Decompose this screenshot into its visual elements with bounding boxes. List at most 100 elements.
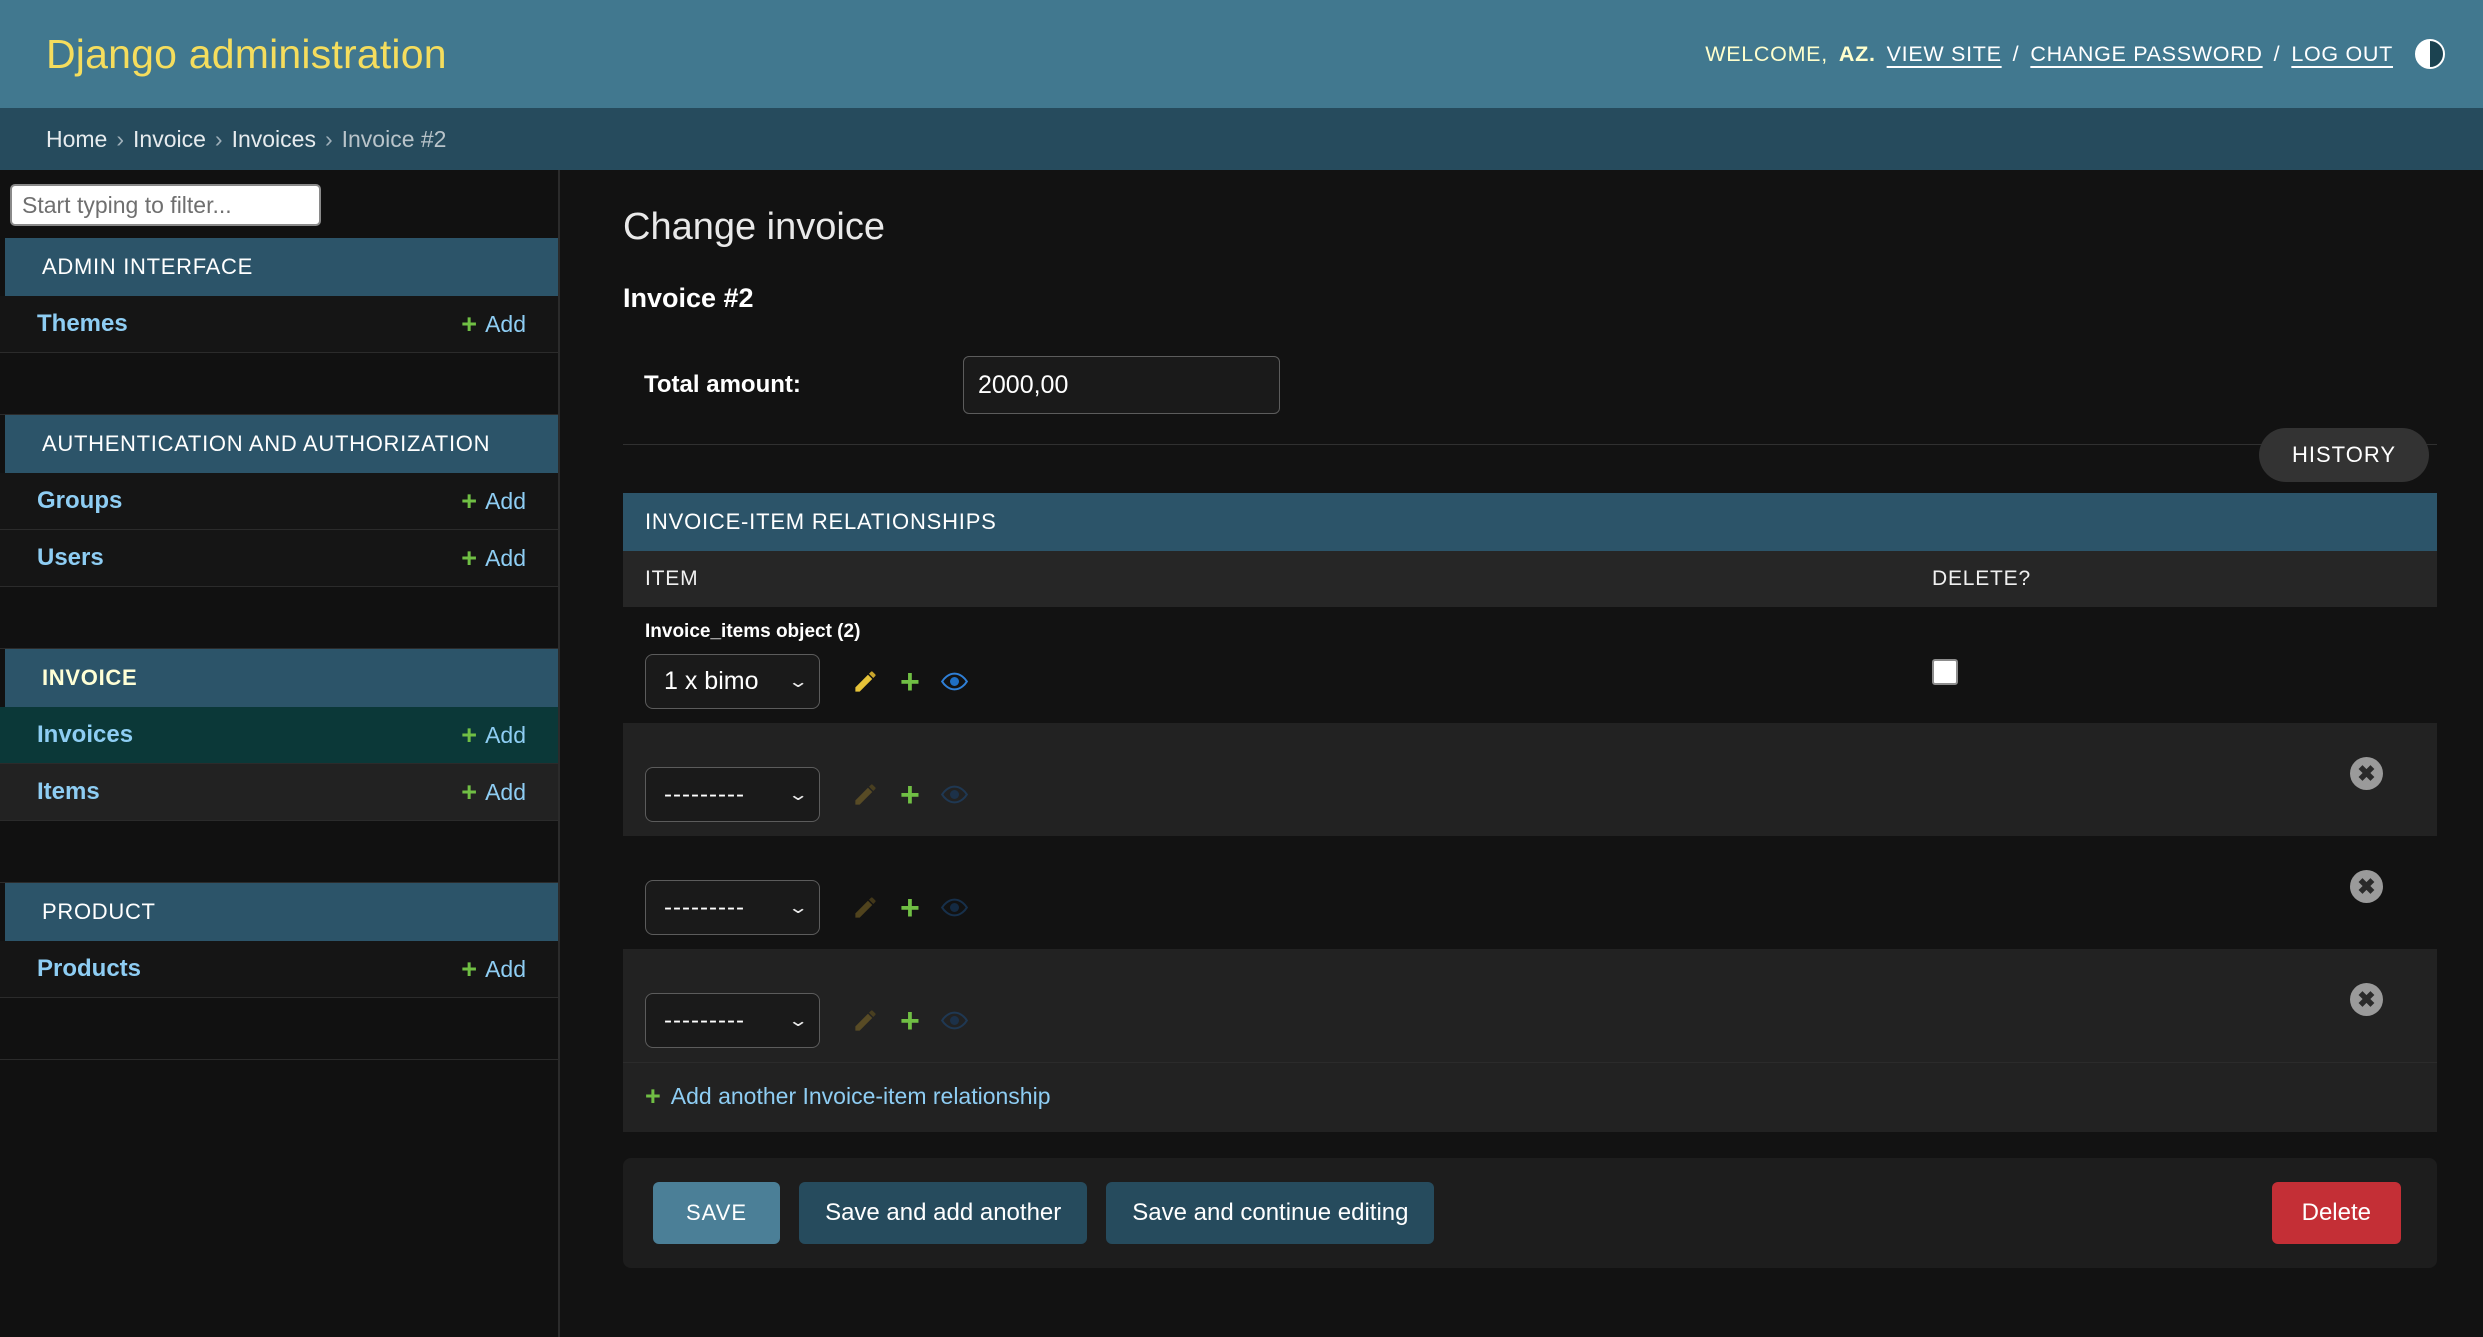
view-site-link[interactable]: VIEW SITE	[1887, 42, 2002, 67]
add-another-link[interactable]: + Add another Invoice-item relationship	[645, 1083, 1051, 1110]
sidebar-spacer	[0, 998, 558, 1060]
sidebar-app-block: AUTHENTICATION AND AUTHORIZATION Groups + A…	[0, 415, 558, 587]
sidebar-add-link[interactable]: + Add	[461, 487, 526, 515]
view-eye-icon[interactable]	[940, 1007, 968, 1034]
sidebar-item-label[interactable]: Users	[37, 544, 104, 572]
inline-label-spacer	[645, 737, 1932, 767]
inline-row-list: Invoice_items object (2) 1 x bimo ⌄ + ------…	[623, 607, 2437, 1062]
remove-row-icon[interactable]: ✖	[2350, 983, 2383, 1016]
item-select-value: ---------	[664, 780, 745, 808]
inline-row: --------- ⌄ + ✖	[623, 836, 2437, 949]
inline-select-line: 1 x bimo ⌄ +	[645, 654, 1932, 709]
sidebar-item-label[interactable]: Invoices	[37, 721, 133, 749]
inline-label-spacer	[645, 850, 1932, 880]
log-out-link[interactable]: LOG OUT	[2291, 42, 2393, 67]
view-eye-icon[interactable]	[940, 894, 968, 921]
inline-select-line: --------- ⌄ +	[645, 880, 1932, 935]
item-select[interactable]: 1 x bimo ⌄	[645, 654, 820, 709]
plus-icon: +	[461, 719, 478, 750]
add-another-label: Add another Invoice-item relationship	[670, 1083, 1051, 1109]
sidebar-add-label: Add	[485, 487, 526, 514]
inline-cell-item: --------- ⌄ +	[645, 850, 1932, 935]
welcome-text: WELCOME,	[1705, 41, 1828, 66]
sidebar-item-users[interactable]: Users + Add	[0, 530, 558, 587]
sidebar-app-title: AUTHENTICATION AND AUTHORIZATION	[0, 415, 558, 473]
remove-row-icon[interactable]: ✖	[2350, 870, 2383, 903]
breadcrumb-separator-1: ›	[116, 125, 125, 152]
column-header-item: ITEM	[645, 567, 699, 590]
total-amount-input[interactable]	[963, 356, 1280, 414]
breadcrumb-app[interactable]: Invoice	[133, 126, 206, 153]
item-select-value: 1 x bimo	[664, 667, 759, 695]
plus-icon: +	[461, 776, 478, 807]
inline-group-invoice-items: INVOICE-ITEM RELATIONSHIPS ITEM DELETE? …	[623, 493, 2437, 1132]
inline-action-icons: +	[852, 665, 968, 699]
inline-action-icons: +	[852, 891, 968, 925]
remove-row-icon[interactable]: ✖	[2350, 757, 2383, 790]
add-plus-icon[interactable]: +	[900, 665, 920, 699]
inline-cell-item: --------- ⌄ +	[645, 737, 1932, 822]
sidebar-filter-wrap	[0, 170, 558, 238]
plus-icon: +	[461, 308, 478, 339]
sidebar-spacer	[0, 587, 558, 649]
form-field-total-amount: Total amount:	[623, 350, 2437, 445]
sidebar-app-block: ADMIN INTERFACE Themes + Add	[0, 238, 558, 353]
edit-pencil-icon[interactable]	[852, 894, 879, 921]
sidebar-item-invoices[interactable]: Invoices + Add	[0, 707, 558, 764]
user-tools: WELCOME, AZ. VIEW SITE / CHANGE PASSWORD…	[1705, 39, 2445, 69]
add-plus-icon[interactable]: +	[900, 778, 920, 812]
sidebar-spacer	[0, 821, 558, 883]
inline-cell-item: --------- ⌄ +	[645, 963, 1932, 1048]
sidebar-item-label[interactable]: Items	[37, 778, 100, 806]
add-plus-icon[interactable]: +	[900, 891, 920, 925]
sidebar-add-label: Add	[485, 310, 526, 337]
sidebar-add-label: Add	[485, 721, 526, 748]
sidebar-add-link[interactable]: + Add	[461, 776, 526, 807]
sidebar-item-label[interactable]: Groups	[37, 487, 122, 515]
delete-button[interactable]: Delete	[2271, 1182, 2401, 1244]
view-eye-icon[interactable]	[940, 668, 968, 695]
view-eye-icon[interactable]	[940, 781, 968, 808]
chevron-down-icon: ⌄	[787, 671, 809, 691]
inline-column-headers: ITEM DELETE?	[623, 551, 2437, 607]
object-title: Invoice #2	[623, 283, 754, 313]
usertools-separator-1: /	[2012, 41, 2020, 66]
sidebar-item-label[interactable]: Products	[37, 955, 141, 983]
save-and-add-another-button[interactable]: Save and add another	[799, 1182, 1088, 1244]
username: AZ.	[1838, 41, 1876, 66]
sidebar-item-items[interactable]: Items + Add	[0, 764, 558, 821]
breadcrumb-model[interactable]: Invoices	[232, 126, 316, 153]
item-select[interactable]: --------- ⌄	[645, 993, 820, 1048]
edit-pencil-icon[interactable]	[852, 668, 879, 695]
history-button[interactable]: HISTORY	[2259, 428, 2429, 482]
sidebar-filter-input[interactable]	[10, 184, 321, 226]
edit-pencil-icon[interactable]	[852, 781, 879, 808]
sidebar-item-products[interactable]: Products + Add	[0, 941, 558, 998]
page-title: Change invoice	[623, 206, 885, 248]
sidebar-item-themes[interactable]: Themes + Add	[0, 296, 558, 353]
item-select-value: ---------	[664, 1006, 745, 1034]
item-select[interactable]: --------- ⌄	[645, 767, 820, 822]
sidebar-app-block: INVOICE Invoices + Add Items + Add	[0, 649, 558, 821]
add-another-row: + Add another Invoice-item relationship	[623, 1062, 2437, 1132]
breadcrumb-current: Invoice #2	[341, 125, 447, 152]
breadcrumb-home[interactable]: Home	[46, 126, 107, 153]
theme-toggle-icon[interactable]	[2415, 39, 2445, 69]
item-select[interactable]: --------- ⌄	[645, 880, 820, 935]
sidebar-add-link[interactable]: + Add	[461, 719, 526, 750]
sidebar-add-link[interactable]: + Add	[461, 544, 526, 572]
delete-checkbox[interactable]	[1932, 659, 1958, 685]
change-password-link[interactable]: CHANGE PASSWORD	[2030, 42, 2262, 67]
sidebar-app-title: INVOICE	[0, 649, 558, 707]
save-button[interactable]: SAVE	[653, 1182, 781, 1244]
sidebar-add-link[interactable]: + Add	[461, 308, 526, 339]
add-plus-icon[interactable]: +	[900, 1004, 920, 1038]
sidebar-item-label[interactable]: Themes	[37, 310, 128, 338]
page-body: ADMIN INTERFACEThemes+AddAUTHENTICATION …	[0, 170, 2483, 1337]
item-select-value: ---------	[664, 893, 745, 921]
inline-action-icons: +	[852, 778, 968, 812]
save-and-continue-button[interactable]: Save and continue editing	[1106, 1182, 1435, 1244]
edit-pencil-icon[interactable]	[852, 1007, 879, 1034]
sidebar-add-link[interactable]: + Add	[461, 955, 526, 983]
sidebar-item-groups[interactable]: Groups + Add	[0, 473, 558, 530]
